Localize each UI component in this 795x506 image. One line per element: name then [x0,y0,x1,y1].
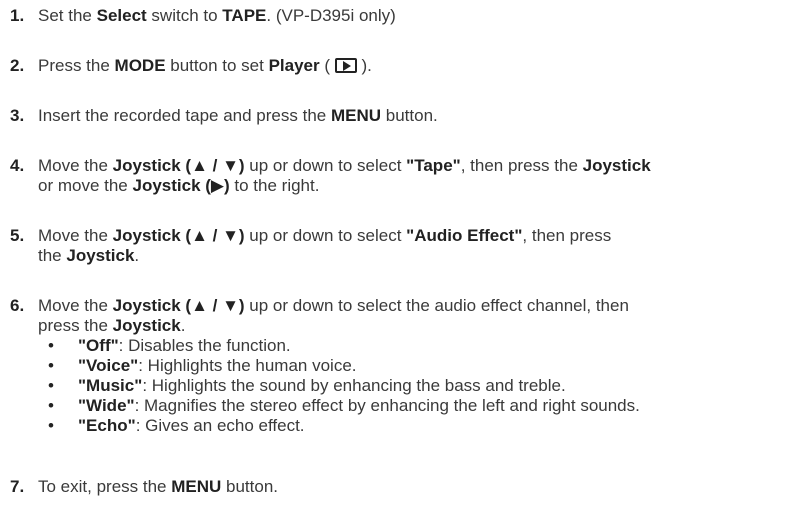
option-name: "Off" [78,336,119,355]
step-text: up or down to select the audio effect ch… [244,296,629,315]
step-number: 2. [10,56,25,75]
step-bold: Player [268,56,320,75]
step-text: . [134,246,140,265]
step-1: 1. Set the Select switch to TAPE. (VP-D39… [10,6,790,26]
step-bold: "Audio Effect" [406,226,523,245]
step-bold: Joystick (▲ / ▼) [112,156,245,175]
step-line: the Joystick. [10,246,790,266]
option-desc: : Disables the function. [118,336,291,355]
option-name: "Voice" [78,356,139,375]
option-echo: "Echo": Gives an echo effect. [48,416,790,436]
step-line: 5. Move the Joystick (▲ / ▼) up or down t… [10,226,790,246]
option-name: "Music" [78,376,143,395]
step-bold: MENU [330,106,382,125]
step-text: press the [38,316,113,335]
step-line: 6. Move the Joystick (▲ / ▼) up or down t… [10,296,790,316]
option-music: "Music": Highlights the sound by enhanci… [48,376,790,396]
step-text: Press the [38,56,115,75]
step-line: press the Joystick. [10,316,790,336]
option-desc: : Gives an echo effect. [135,416,305,435]
step-number: 6. [10,296,25,315]
option-desc: : Highlights the sound by enhancing the … [142,376,566,395]
step-bold: Joystick (▲ / ▼) [112,296,245,315]
audio-effect-options: "Off": Disables the function. "Voice": H… [10,336,790,436]
option-desc: : Magnifies the stereo effect by enhanci… [134,396,640,415]
step-number: 5. [10,226,25,245]
step-text: ( [319,56,335,75]
step-2: 2. Press the MODE button to set Player ( … [10,56,790,76]
step-text: . [180,316,186,335]
step-bold: "Tape" [406,156,461,175]
step-7: 7. To exit, press the MENU button. [10,477,790,497]
step-bold: Joystick (▶) [132,176,230,195]
option-desc: : Highlights the human voice. [138,356,357,375]
step-text: . (VP-D395i only) [266,6,396,25]
step-text: the [38,246,67,265]
step-text: button. [221,477,279,496]
step-5: 5. Move the Joystick (▲ / ▼) up or down t… [10,226,790,266]
step-text: Move the [38,226,113,245]
step-bold: Joystick [582,156,651,175]
step-text: To exit, press the [38,477,172,496]
step-number: 4. [10,156,25,175]
step-number: 1. [10,6,25,25]
step-text: button. [381,106,438,125]
step-bold: Joystick [112,316,181,335]
step-text: switch to [146,6,223,25]
step-text: Insert the recorded tape and press the [38,106,331,125]
step-number: 3. [10,106,25,125]
step-text: up or down to select [244,156,407,175]
step-6: 6. Move the Joystick (▲ / ▼) up or down t… [10,296,790,436]
step-text: Set the [38,6,97,25]
step-bold: Joystick [66,246,135,265]
step-text: button to set [165,56,269,75]
player-icon [334,58,357,73]
step-bold: Select [96,6,147,25]
option-name: "Echo" [78,416,136,435]
step-text: up or down to select [244,226,407,245]
step-bold: Joystick (▲ / ▼) [112,226,245,245]
step-text: , then press the [460,156,583,175]
step-3: 3. Insert the recorded tape and press the… [10,106,790,126]
step-text: Move the [38,156,113,175]
option-voice: "Voice": Highlights the human voice. [48,356,790,376]
step-number: 7. [10,477,25,496]
step-text: to the right. [229,176,320,195]
step-text: ). [356,56,372,75]
step-text: or move the [38,176,133,195]
step-text: , then press [522,226,612,245]
step-bold: MENU [171,477,222,496]
step-bold: MODE [114,56,166,75]
option-wide: "Wide": Magnifies the stereo effect by e… [48,396,790,416]
step-bold: TAPE [222,6,267,25]
option-name: "Wide" [78,396,135,415]
step-text: Move the [38,296,113,315]
step-line: or move the Joystick (▶) to the right. [10,176,790,196]
option-off: "Off": Disables the function. [48,336,790,356]
step-4: 4. Move the Joystick (▲ / ▼) up or down t… [10,156,790,196]
step-line: 4. Move the Joystick (▲ / ▼) up or down t… [10,156,790,176]
